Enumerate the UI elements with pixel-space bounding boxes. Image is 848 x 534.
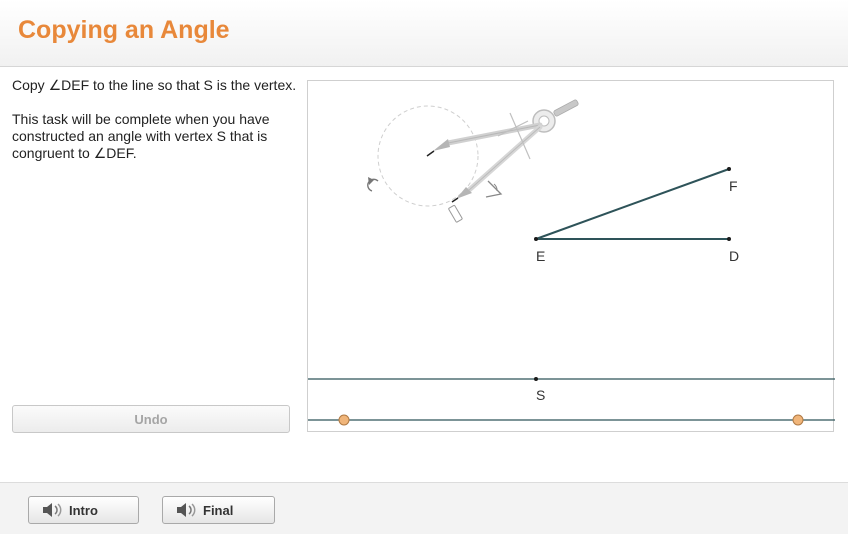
point-f[interactable] [727, 167, 731, 171]
compass-icon[interactable] [377, 99, 579, 207]
speaker-icon [41, 501, 63, 519]
completion-text: This task will be complete when you have… [12, 111, 270, 161]
point-s[interactable] [534, 377, 538, 381]
intro-label: Intro [69, 502, 98, 518]
undo-button[interactable]: Undo [12, 405, 290, 433]
slider-handle-left[interactable] [338, 414, 350, 426]
page-title: Copying an Angle [18, 16, 230, 44]
final-label: Final [203, 502, 234, 518]
header: Copying an Angle [0, 0, 848, 67]
intro-button[interactable]: Intro [28, 496, 139, 524]
point-d[interactable] [727, 237, 731, 241]
construction-canvas[interactable]: F E D S [307, 80, 835, 432]
angle-icon[interactable] [485, 180, 503, 198]
footer: Intro Final [0, 482, 848, 534]
instructions: Copy ∠DEF to the line so that S is the v… [12, 77, 297, 179]
label-s: S [536, 387, 545, 403]
label-d: D [729, 248, 739, 264]
point-e[interactable] [534, 237, 538, 241]
instruction-text: Copy ∠DEF to the line so that S is the v… [12, 77, 297, 93]
rotate-icon[interactable] [367, 177, 379, 192]
label-f: F [729, 178, 738, 194]
speaker-icon [175, 501, 197, 519]
final-button[interactable]: Final [162, 496, 275, 524]
pencil-icon[interactable] [448, 204, 463, 223]
segment-ef [535, 168, 730, 240]
slider-handle-right[interactable] [792, 414, 804, 426]
label-e: E [536, 248, 545, 264]
